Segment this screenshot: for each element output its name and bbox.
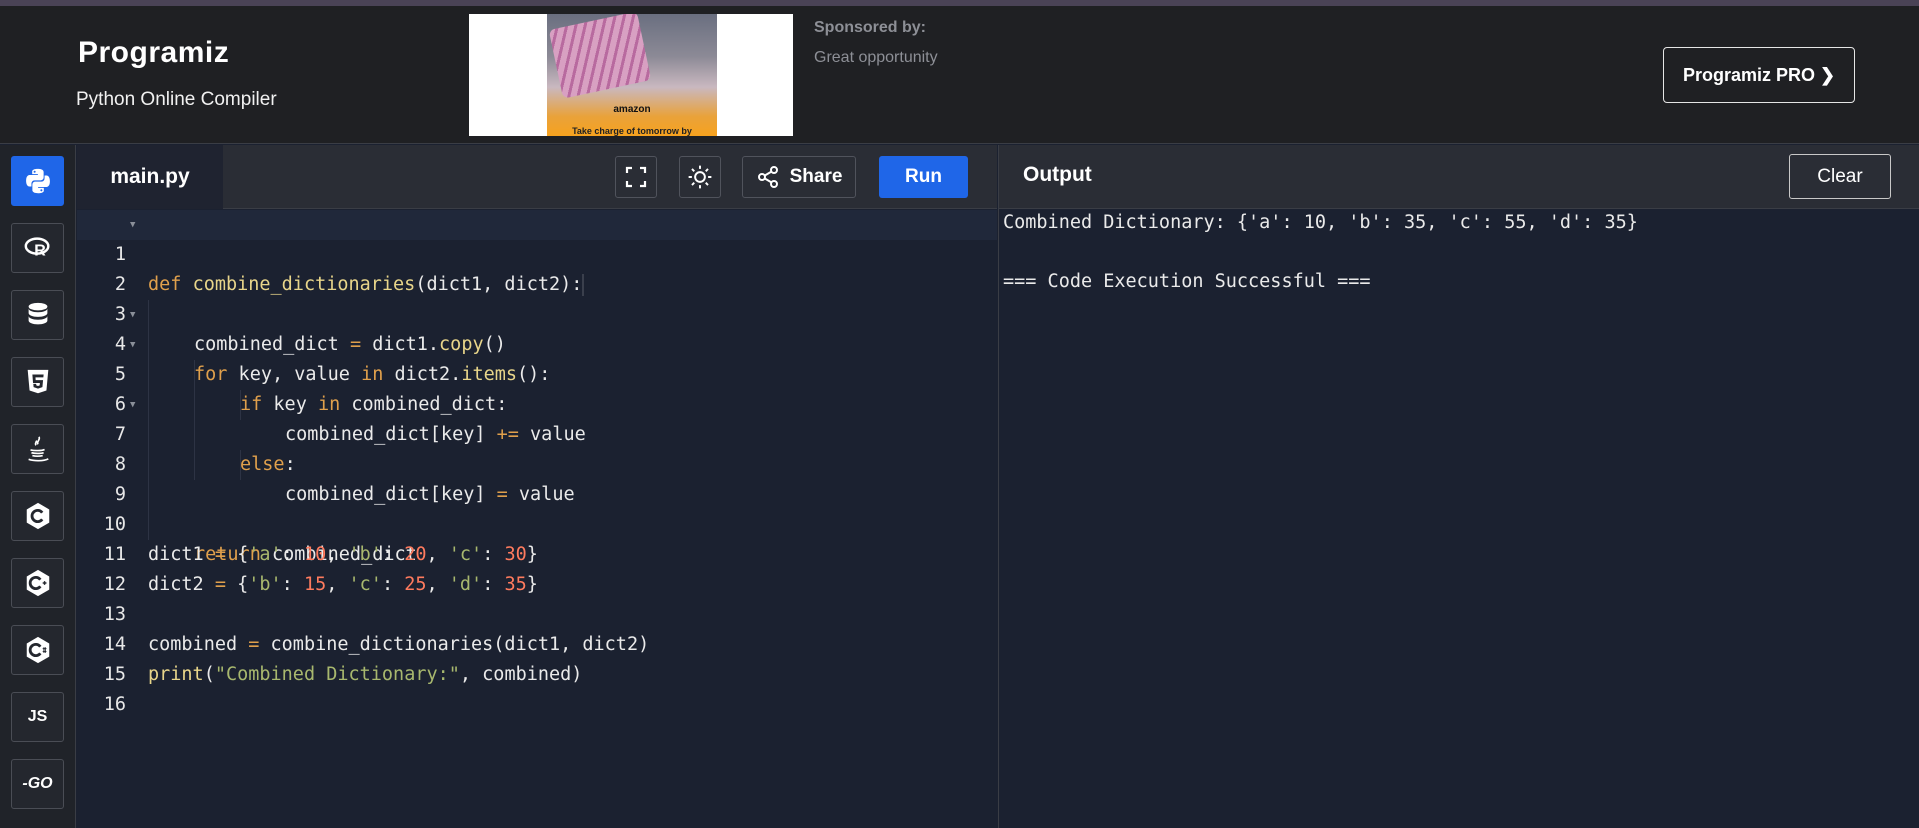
r-icon: R	[24, 237, 50, 260]
fullscreen-icon	[625, 166, 647, 188]
csharp-icon	[26, 636, 49, 664]
sidebar-item-go[interactable]: -GO	[11, 759, 64, 809]
output-toolbar: Output Clear	[998, 145, 1919, 209]
js-label: JS	[27, 708, 48, 725]
fullscreen-button[interactable]	[615, 156, 657, 198]
java-icon	[27, 436, 49, 462]
cpp-icon	[26, 569, 49, 597]
code-line: 16	[103, 694, 126, 715]
run-button[interactable]: Run	[879, 156, 968, 198]
c-icon	[26, 502, 49, 530]
theme-toggle-button[interactable]	[679, 156, 721, 198]
sponsor-label: Sponsored by:	[814, 19, 927, 36]
sidebar-item-python[interactable]	[11, 156, 64, 206]
sidebar-item-csharp[interactable]	[11, 625, 64, 675]
code-line: 7 combined_dict[key] = value	[114, 424, 575, 505]
code-line: 15	[103, 664, 126, 685]
sidebar-item-c[interactable]	[11, 491, 64, 541]
language-sidebar: R JS -GO	[0, 145, 76, 828]
python-icon	[25, 168, 50, 194]
go-label: -GO	[22, 775, 53, 792]
code-line: 11 dict2 = {'b': 15, 'c': 25, 'd': 35}	[103, 544, 538, 595]
site-header: Programiz Python Online Compiler amazon …	[0, 6, 1919, 144]
output-line: === Code Execution Successful ===	[1003, 271, 1371, 292]
code-line: 4 ▼ if key in combined_dict:	[77, 300, 997, 415]
code-line: 14 print("Combined Dictionary:", combine…	[103, 634, 583, 685]
output-title: Output	[1023, 163, 1092, 186]
ad-brand: amazon	[613, 104, 651, 115]
html5-icon	[27, 369, 48, 394]
code-line: 6 ▼ else:	[77, 360, 997, 475]
code-line: 8	[77, 420, 997, 510]
page-subtitle: Python Online Compiler	[76, 89, 277, 110]
output-line: Combined Dictionary: {'a': 10, 'b': 35, …	[1003, 212, 1638, 233]
advertisement-banner[interactable]: amazon Take charge of tomorrow by	[469, 14, 793, 136]
code-line: 1 ▼ def combine_dictionaries(dict1, dict2…	[77, 210, 997, 296]
code-line: 12	[103, 574, 126, 595]
svg-text:R: R	[34, 243, 46, 260]
sun-icon	[688, 165, 712, 189]
banknotes-image	[548, 14, 652, 99]
ad-image: amazon Take charge of tomorrow by	[547, 14, 717, 136]
code-line: 9 return combined_dict	[114, 484, 417, 565]
programiz-pro-button[interactable]: Programiz PRO ❯	[1663, 47, 1855, 103]
sidebar-item-cpp[interactable]	[11, 558, 64, 608]
database-icon	[28, 302, 47, 325]
editor-toolbar: main.py Share Run	[77, 145, 997, 209]
clear-button[interactable]: Clear	[1789, 154, 1891, 199]
code-line: 13 combined = combine_dictionaries(dict1…	[103, 604, 650, 655]
sidebar-item-sql[interactable]	[11, 290, 64, 340]
sidebar-item-js[interactable]: JS	[11, 692, 64, 742]
code-line: 10 dict1 = {'a': 10, 'b': 20, 'c': 30}	[103, 514, 538, 565]
sidebar-item-java[interactable]	[11, 424, 64, 474]
sidebar-item-html[interactable]	[11, 357, 64, 407]
share-button[interactable]: Share	[742, 156, 856, 198]
code-line: 2 combined_dict = dict1.copy()	[114, 274, 506, 355]
code-editor[interactable]: 1 ▼ def combine_dictionaries(dict1, dict2…	[77, 209, 997, 828]
share-icon	[757, 166, 778, 188]
share-label: Share	[789, 166, 843, 187]
programiz-logo[interactable]: Programiz	[78, 36, 229, 70]
tab-main-py[interactable]: main.py	[77, 145, 223, 209]
code-line: 3 ▼ for key, value in dict2.items():	[77, 270, 997, 385]
fold-arrow-icon[interactable]: ▼	[130, 210, 135, 240]
sidebar-item-r[interactable]: R	[11, 223, 64, 273]
ad-tagline: Take charge of tomorrow by	[572, 126, 692, 136]
output-panel: Combined Dictionary: {'a': 10, 'b': 35, …	[998, 209, 1919, 828]
code-line: 5 combined_dict[key] += value	[114, 364, 586, 445]
sponsor-text[interactable]: Great opportunity	[814, 49, 938, 67]
